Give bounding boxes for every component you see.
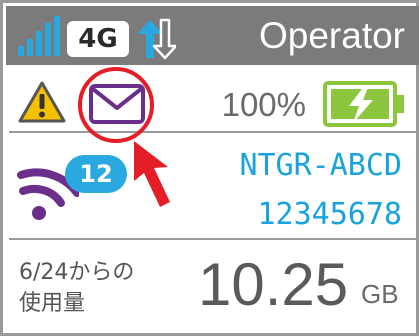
divider [9,131,416,133]
wifi-ssid: NTGR-ABCD [239,148,402,183]
battery-charging-icon [323,81,404,127]
divider [9,238,416,240]
signal-strength-icon [18,16,60,56]
usage-caption: 6/24からの 使用量 [19,257,134,319]
wifi-password: 12345678 [257,197,403,232]
battery-percentage: 100% [221,86,306,123]
data-usage-value: 10.25 [198,251,349,318]
device-screen: 4G Operator 100% 12 NTGR-ABCD 12345678 6… [0,0,419,336]
usage-caption-line: 6/24からの [19,260,135,285]
usage-caption-line: 使用量 [19,291,86,316]
operator-name: Operator [258,15,405,56]
status-bar: 4G Operator [6,6,419,65]
data-usage-unit: GB [361,279,399,309]
network-type-badge: 4G [67,21,129,57]
pointer-arrow-icon [134,141,170,207]
highlight-ring [78,67,154,143]
warning-icon[interactable] [18,81,66,123]
data-transfer-icon [137,18,176,60]
